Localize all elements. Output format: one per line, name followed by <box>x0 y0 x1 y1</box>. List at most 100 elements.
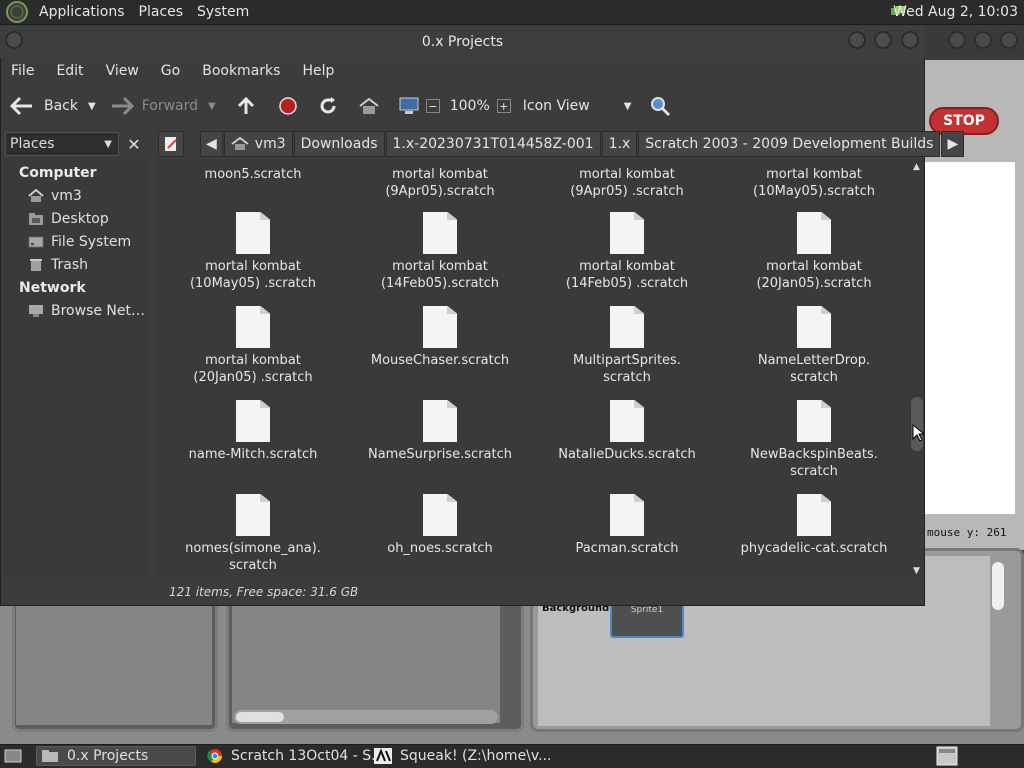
file-item[interactable]: NatalieDucks.scratch <box>537 400 717 463</box>
scratch-stage[interactable] <box>925 162 1015 514</box>
scroll-up-icon[interactable]: ▲ <box>913 162 920 172</box>
file-name-line1: moon5.scratch <box>204 167 302 182</box>
file-name-line1: mortal kombat <box>766 259 862 274</box>
back-dropdown-icon[interactable]: ▼ <box>88 101 96 112</box>
zoom-in-icon[interactable]: + <box>496 99 511 113</box>
sidebar-item-desktop[interactable]: Desktop <box>28 211 109 227</box>
file-item[interactable]: Pacman.scratch <box>537 494 717 557</box>
file-name-line1: NewBackspinBeats. <box>750 447 878 462</box>
places-dropdown-icon: ▼ <box>104 138 112 150</box>
zoom-out-icon[interactable]: − <box>425 99 440 113</box>
file-item[interactable]: moon5.scratch <box>163 166 343 183</box>
breadcrumb-dev-builds[interactable]: Scratch 2003 - 2009 Development Builds <box>638 131 941 157</box>
forward-label: Forward <box>141 98 199 114</box>
taskbar-item-file-manager[interactable]: 0.x Projects <box>36 746 196 766</box>
toggle-location-button[interactable] <box>158 131 184 157</box>
view-mode-select[interactable]: Icon View ▼ <box>523 98 632 114</box>
sidebar-item-file-system[interactable]: File System <box>28 234 131 250</box>
forward-dropdown-icon[interactable]: ▼ <box>208 101 216 112</box>
minimize-button[interactable] <box>848 31 866 49</box>
menu-bar: File Edit View Go Bookmarks Help <box>0 58 925 84</box>
menu-help[interactable]: Help <box>291 63 345 79</box>
file-icon-view[interactable]: moon5.scratch mortal kombat (9Apr05).scrat… <box>155 160 910 578</box>
breadcrumb-vm3[interactable]: vm3 <box>223 131 293 157</box>
menu-view[interactable]: View <box>95 63 150 79</box>
scratch-close-button[interactable] <box>1000 31 1018 49</box>
applications-menu[interactable]: Applications <box>32 4 132 20</box>
scratch-scripts-area[interactable] <box>232 605 500 723</box>
up-arrow-icon[interactable] <box>236 96 256 116</box>
sidebar-item-label: Desktop <box>51 211 109 227</box>
breadcrumb-downloads[interactable]: Downloads <box>293 131 385 157</box>
window-menu-button[interactable] <box>5 31 23 49</box>
file-item[interactable]: mortal kombat (14Feb05).scratch <box>350 212 530 292</box>
breadcrumb-1x[interactable]: 1.x <box>601 131 638 157</box>
menu-file[interactable]: File <box>0 63 45 79</box>
window-title: 0.x Projects <box>421 34 504 50</box>
clock[interactable]: Wed Aug 2, 10:03 <box>893 4 1018 20</box>
distro-logo-icon[interactable] <box>6 1 28 23</box>
scratch-blocks-palette[interactable] <box>16 605 212 725</box>
scratch-maximize-button[interactable] <box>974 31 992 49</box>
scratch-minimize-button[interactable] <box>948 31 966 49</box>
toolbar: Back ▼ Forward ▼ − 100% + Icon View ▼ <box>0 86 925 126</box>
taskbar-item-squeak[interactable]: Squeak! (Z:\home\v... <box>374 746 551 766</box>
show-desktop-icon[interactable] <box>4 748 22 764</box>
document-icon <box>236 400 270 442</box>
file-item[interactable]: MultipartSprites. scratch <box>537 306 717 386</box>
window-titlebar[interactable]: 0.x Projects <box>0 26 925 58</box>
icon-view-scrollbar[interactable]: ▲ ▼ <box>910 160 924 578</box>
menu-edit[interactable]: Edit <box>45 63 94 79</box>
scroll-down-icon[interactable]: ▼ <box>913 566 920 576</box>
file-item[interactable]: mortal kombat (20Jan05).scratch <box>724 212 904 292</box>
forward-button[interactable]: Forward ▼ <box>110 96 216 116</box>
document-icon <box>423 306 457 348</box>
stop-icon[interactable] <box>278 96 298 116</box>
sidebar-item-trash[interactable]: Trash <box>28 257 88 273</box>
breadcrumb-label: Scratch 2003 - 2009 Development Builds <box>645 136 934 152</box>
breadcrumb-right-arrow[interactable]: ▶ <box>941 131 965 157</box>
breadcrumb-archive[interactable]: 1.x-20230731T014458Z-001 <box>385 131 601 157</box>
menu-go[interactable]: Go <box>150 63 191 79</box>
view-mode-label: Icon View <box>522 98 590 114</box>
file-name-line2: scratch <box>603 370 651 385</box>
file-item[interactable]: NameLetterDrop. scratch <box>724 306 904 386</box>
computer-icon[interactable] <box>398 96 420 116</box>
close-button[interactable] <box>901 31 919 49</box>
breadcrumb-left-arrow[interactable]: ◀ <box>200 131 223 157</box>
drive-icon <box>28 236 44 248</box>
file-name-line2: (14Feb05).scratch <box>380 276 500 291</box>
file-item[interactable]: nomes(simone_ana). scratch <box>163 494 343 574</box>
reload-icon[interactable] <box>318 96 338 116</box>
file-item[interactable]: NameSurprise.scratch <box>350 400 530 463</box>
taskbar-item-scratch[interactable]: Scratch 13Oct04 - S... <box>207 746 384 766</box>
back-button[interactable]: Back ▼ <box>10 96 96 116</box>
scripts-scrollbar-thumb[interactable] <box>236 712 284 722</box>
sidebar-places-select[interactable]: Places ▼ <box>5 132 119 156</box>
home-icon[interactable] <box>358 96 380 116</box>
file-item[interactable]: mortal kombat (10May05).scratch <box>724 166 904 200</box>
file-item[interactable]: mortal kombat (10May05) .scratch <box>163 212 343 292</box>
file-item[interactable]: MouseChaser.scratch <box>350 306 530 369</box>
system-menu[interactable]: System <box>190 4 256 20</box>
document-icon <box>797 306 831 348</box>
sidebar-close-icon[interactable]: ✕ <box>124 134 144 154</box>
home-folder-icon <box>28 189 44 202</box>
places-menu[interactable]: Places <box>132 4 191 20</box>
file-item[interactable]: NewBackspinBeats. scratch <box>724 400 904 480</box>
sprite-library-scrollbar[interactable] <box>992 562 1004 610</box>
workspace-switcher-icon[interactable] <box>936 746 958 766</box>
file-item[interactable]: mortal kombat (14Feb05) .scratch <box>537 212 717 292</box>
file-item[interactable]: name-Mitch.scratch <box>163 400 343 463</box>
search-icon[interactable] <box>649 95 671 117</box>
menu-bookmarks[interactable]: Bookmarks <box>191 63 291 79</box>
sidebar-item-vm3[interactable]: vm3 <box>28 188 82 204</box>
file-item[interactable]: mortal kombat (9Apr05).scratch <box>350 166 530 200</box>
file-item[interactable]: mortal kombat (9Apr05) .scratch <box>537 166 717 200</box>
sidebar-item-browse-network[interactable]: Browse Net… <box>28 303 145 319</box>
file-item[interactable]: oh_noes.scratch <box>350 494 530 557</box>
file-name-line2: scratch <box>790 464 838 479</box>
file-item[interactable]: mortal kombat (20Jan05) .scratch <box>163 306 343 386</box>
maximize-button[interactable] <box>874 31 892 49</box>
file-item[interactable]: phycadelic-cat.scratch <box>724 494 904 557</box>
